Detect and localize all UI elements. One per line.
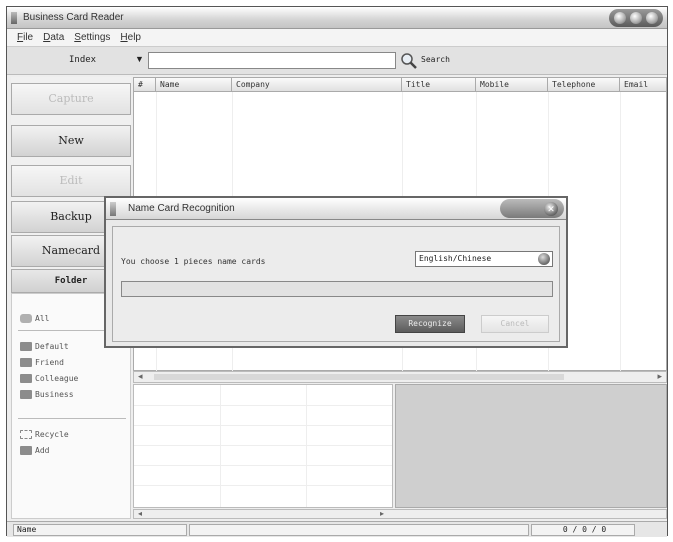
grid-line xyxy=(220,385,221,507)
menu-settings[interactable]: Settings xyxy=(70,29,116,46)
add-folder-icon xyxy=(20,445,32,455)
column-header-index[interactable]: # xyxy=(134,78,156,92)
close-icon[interactable]: ✕ xyxy=(544,202,558,216)
grid-line xyxy=(306,385,307,507)
grid-line xyxy=(134,445,392,446)
grid-line xyxy=(134,465,392,466)
grid-line xyxy=(134,485,392,486)
column-divider xyxy=(620,92,621,372)
scroll-right-icon[interactable]: ▸ xyxy=(380,509,384,518)
status-middle xyxy=(189,524,529,536)
menu-data[interactable]: Data xyxy=(39,29,70,46)
pane-horizontal-scrollbar[interactable]: ◂ ▸ xyxy=(133,509,667,519)
scrollbar-thumb[interactable] xyxy=(154,374,564,380)
column-header-mobile[interactable]: Mobile xyxy=(476,78,548,92)
folder-divider xyxy=(18,418,126,419)
column-header-telephone[interactable]: Telephone xyxy=(548,78,620,92)
close-icon[interactable] xyxy=(646,12,658,24)
column-header-title[interactable]: Title xyxy=(402,78,476,92)
recognition-progress-bar xyxy=(121,281,553,297)
language-select-value: English/Chinese xyxy=(419,254,492,263)
folder-item-recycle[interactable]: Recycle xyxy=(20,428,69,440)
language-select[interactable]: English/Chinese xyxy=(415,251,553,267)
menu-help[interactable]: Help xyxy=(116,29,147,46)
card-image-preview xyxy=(395,384,667,508)
capture-button[interactable]: Capture xyxy=(11,83,131,115)
scroll-left-icon[interactable]: ◂ xyxy=(138,371,143,382)
folder-item-all[interactable]: All xyxy=(20,312,49,324)
folder-item-friend[interactable]: Friend xyxy=(20,356,64,368)
search-input[interactable] xyxy=(148,52,396,69)
index-dropdown-icon[interactable]: ▼ xyxy=(135,54,144,64)
search-icon[interactable] xyxy=(400,52,418,70)
folder-item-business[interactable]: Business xyxy=(20,388,74,400)
new-button[interactable]: New xyxy=(11,125,131,157)
table-horizontal-scrollbar[interactable]: ◂ ▸ xyxy=(133,371,667,383)
grid-line xyxy=(134,405,392,406)
minimize-icon[interactable] xyxy=(614,12,626,24)
recycle-icon xyxy=(20,429,32,439)
search-toolbar: Index ▼ Search xyxy=(7,47,667,75)
title-bar: Business Card Reader xyxy=(7,7,667,29)
folder-icon xyxy=(20,357,32,367)
edit-button[interactable]: Edit xyxy=(11,165,131,197)
menu-bar: File Data Settings Help xyxy=(7,29,667,47)
dialog-title: Name Card Recognition xyxy=(128,203,235,214)
recognize-button[interactable]: Recognize xyxy=(395,315,465,333)
window-controls xyxy=(609,9,663,27)
status-bar: Name 0 / 0 / 0 xyxy=(7,521,667,537)
maximize-icon[interactable] xyxy=(630,12,642,24)
folder-icon xyxy=(20,373,32,383)
folder-icon xyxy=(20,389,32,399)
chevron-down-icon[interactable] xyxy=(538,253,550,265)
dialog-message: You choose 1 pieces name cards xyxy=(121,257,266,266)
app-icon xyxy=(11,12,17,24)
table-header: # Name Company Title Mobile Telephone Em… xyxy=(134,78,666,92)
column-header-name[interactable]: Name xyxy=(156,78,232,92)
status-left: Name xyxy=(13,524,187,536)
column-header-company[interactable]: Company xyxy=(232,78,402,92)
card-list-pane xyxy=(133,384,393,508)
folder-item-add[interactable]: Add xyxy=(20,444,49,456)
recognition-dialog: Name Card Recognition ✕ You choose 1 pie… xyxy=(104,196,568,348)
dialog-icon xyxy=(110,202,116,216)
column-header-email[interactable]: Email xyxy=(620,78,666,92)
dialog-body: You choose 1 pieces name cards English/C… xyxy=(112,226,560,342)
all-folder-icon xyxy=(20,313,32,323)
scroll-left-icon[interactable]: ◂ xyxy=(138,509,142,518)
folder-item-colleague[interactable]: Colleague xyxy=(20,372,78,384)
folder-icon xyxy=(20,341,32,351)
scroll-right-icon[interactable]: ▸ xyxy=(657,371,662,382)
app-title: Business Card Reader xyxy=(23,12,124,23)
cancel-button[interactable]: Cancel xyxy=(481,315,549,333)
dialog-title-bar: Name Card Recognition ✕ xyxy=(106,198,566,220)
status-counter: 0 / 0 / 0 xyxy=(531,524,635,536)
search-button-label[interactable]: Search xyxy=(421,55,450,64)
folder-item-default[interactable]: Default xyxy=(20,340,69,352)
menu-file[interactable]: File xyxy=(13,29,39,46)
dialog-controls: ✕ xyxy=(500,199,564,218)
grid-line xyxy=(134,425,392,426)
index-label: Index xyxy=(69,55,97,65)
